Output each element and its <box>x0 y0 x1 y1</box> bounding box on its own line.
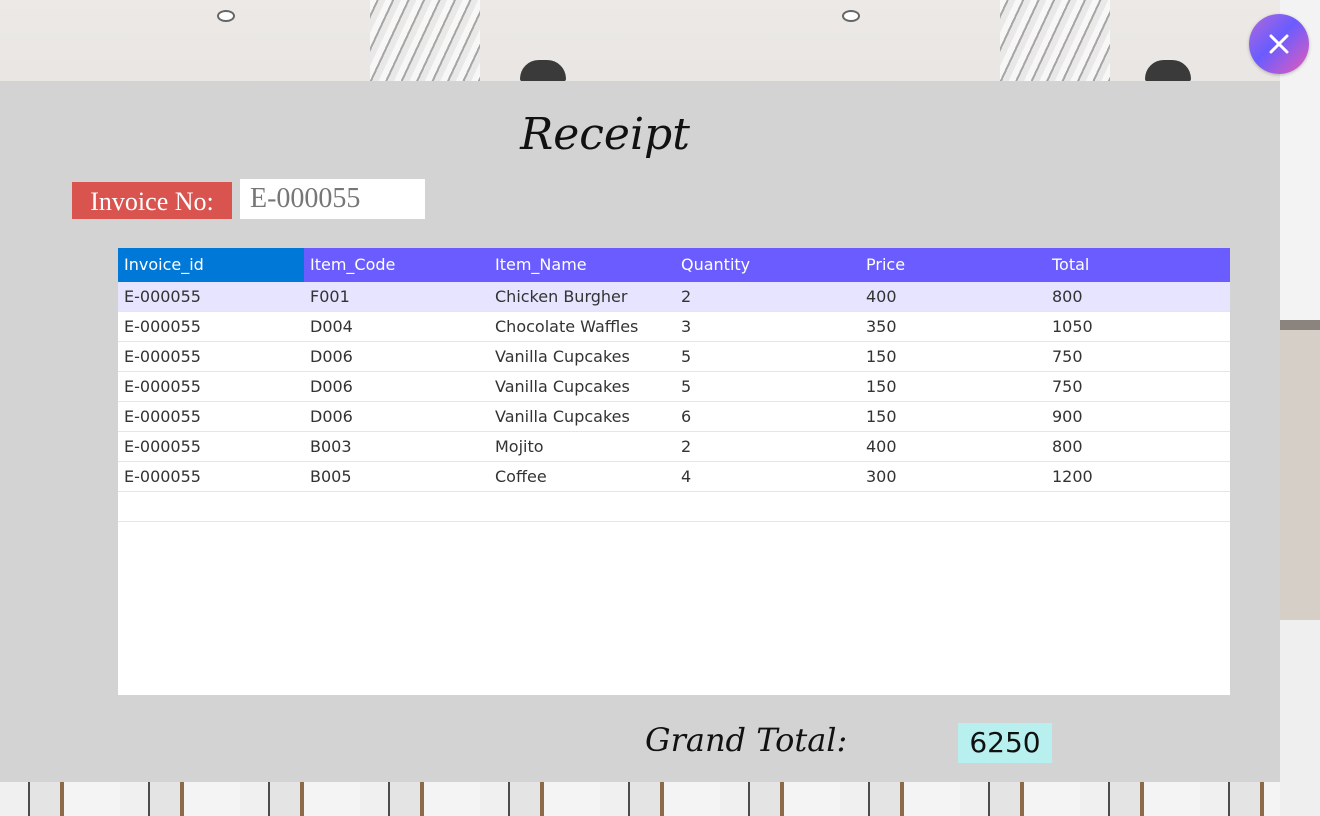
table-row[interactable]: E-000055 B003 Mojito 2 400 800 <box>118 432 1230 462</box>
cell-price: 150 <box>866 347 897 366</box>
cell-item-code: B005 <box>310 467 352 486</box>
cell-price: 150 <box>866 407 897 426</box>
cell-total: 750 <box>1052 347 1083 366</box>
column-header-invoice-id[interactable]: Invoice_id <box>118 248 304 282</box>
cell-item-name: Vanilla Cupcakes <box>495 377 630 396</box>
cell-item-code: D004 <box>310 317 353 336</box>
column-header-total[interactable]: Total <box>1046 248 1230 282</box>
column-header-item-code[interactable]: Item_Code <box>304 248 489 282</box>
cell-total: 900 <box>1052 407 1083 426</box>
cell-item-name: Vanilla Cupcakes <box>495 407 630 426</box>
receipt-table[interactable]: Invoice_id Item_Code Item_Name Quantity … <box>118 248 1230 695</box>
cell-invoice-id: E-000055 <box>124 407 201 426</box>
cell-quantity: 4 <box>681 467 692 486</box>
cell-total: 800 <box>1052 437 1083 456</box>
table-row[interactable]: E-000055 D006 Vanilla Cupcakes 5 150 750 <box>118 372 1230 402</box>
cell-total: 750 <box>1052 377 1083 396</box>
cell-price: 300 <box>866 467 897 486</box>
column-header-price[interactable]: Price <box>860 248 1046 282</box>
cell-item-name: Chicken Burgher <box>495 287 628 306</box>
cell-quantity: 5 <box>681 377 692 396</box>
cell-item-name: Coffee <box>495 467 547 486</box>
close-button[interactable] <box>1249 14 1309 74</box>
table-header: Invoice_id Item_Code Item_Name Quantity … <box>118 248 1230 282</box>
invoice-number-field[interactable]: E-000055 <box>240 179 425 219</box>
cell-invoice-id: E-000055 <box>124 317 201 336</box>
table-row[interactable]: E-000055 D004 Chocolate Waffles 3 350 10… <box>118 312 1230 342</box>
cell-total: 800 <box>1052 287 1083 306</box>
table-row[interactable]: E-000055 B005 Coffee 4 300 1200 <box>118 462 1230 492</box>
cell-item-name: Mojito <box>495 437 544 456</box>
cell-quantity: 2 <box>681 287 692 306</box>
cell-quantity: 2 <box>681 437 692 456</box>
table-row[interactable]: E-000055 F001 Chicken Burgher 2 400 800 <box>118 282 1230 312</box>
cell-invoice-id: E-000055 <box>124 287 201 306</box>
cell-quantity: 5 <box>681 347 692 366</box>
cell-item-code: F001 <box>310 287 350 306</box>
table-row-empty[interactable] <box>118 492 1230 522</box>
table-row[interactable]: E-000055 D006 Vanilla Cupcakes 6 150 900 <box>118 402 1230 432</box>
cell-item-code: D006 <box>310 407 353 426</box>
cell-item-name: Chocolate Waffles <box>495 317 639 336</box>
cell-quantity: 3 <box>681 317 692 336</box>
cell-invoice-id: E-000055 <box>124 347 201 366</box>
cell-item-code: D006 <box>310 347 353 366</box>
cell-item-code: D006 <box>310 377 353 396</box>
grand-total-label: Grand Total: <box>645 721 848 759</box>
cell-quantity: 6 <box>681 407 692 426</box>
cell-invoice-id: E-000055 <box>124 377 201 396</box>
column-header-item-name[interactable]: Item_Name <box>489 248 675 282</box>
cell-total: 1050 <box>1052 317 1093 336</box>
cell-price: 350 <box>866 317 897 336</box>
cell-item-code: B003 <box>310 437 352 456</box>
invoice-number-label: Invoice No: <box>72 182 232 219</box>
cell-price: 150 <box>866 377 897 396</box>
close-icon <box>1269 34 1289 54</box>
cell-invoice-id: E-000055 <box>124 467 201 486</box>
cell-total: 1200 <box>1052 467 1093 486</box>
table-row[interactable]: E-000055 D006 Vanilla Cupcakes 5 150 750 <box>118 342 1230 372</box>
cell-price: 400 <box>866 437 897 456</box>
cell-price: 400 <box>866 287 897 306</box>
column-header-quantity[interactable]: Quantity <box>675 248 860 282</box>
receipt-panel: Receipt Invoice No: E-000055 Invoice_id … <box>0 81 1280 782</box>
cell-item-name: Vanilla Cupcakes <box>495 347 630 366</box>
page-title: Receipt <box>520 109 690 160</box>
cell-invoice-id: E-000055 <box>124 437 201 456</box>
grand-total-value: 6250 <box>958 723 1052 763</box>
